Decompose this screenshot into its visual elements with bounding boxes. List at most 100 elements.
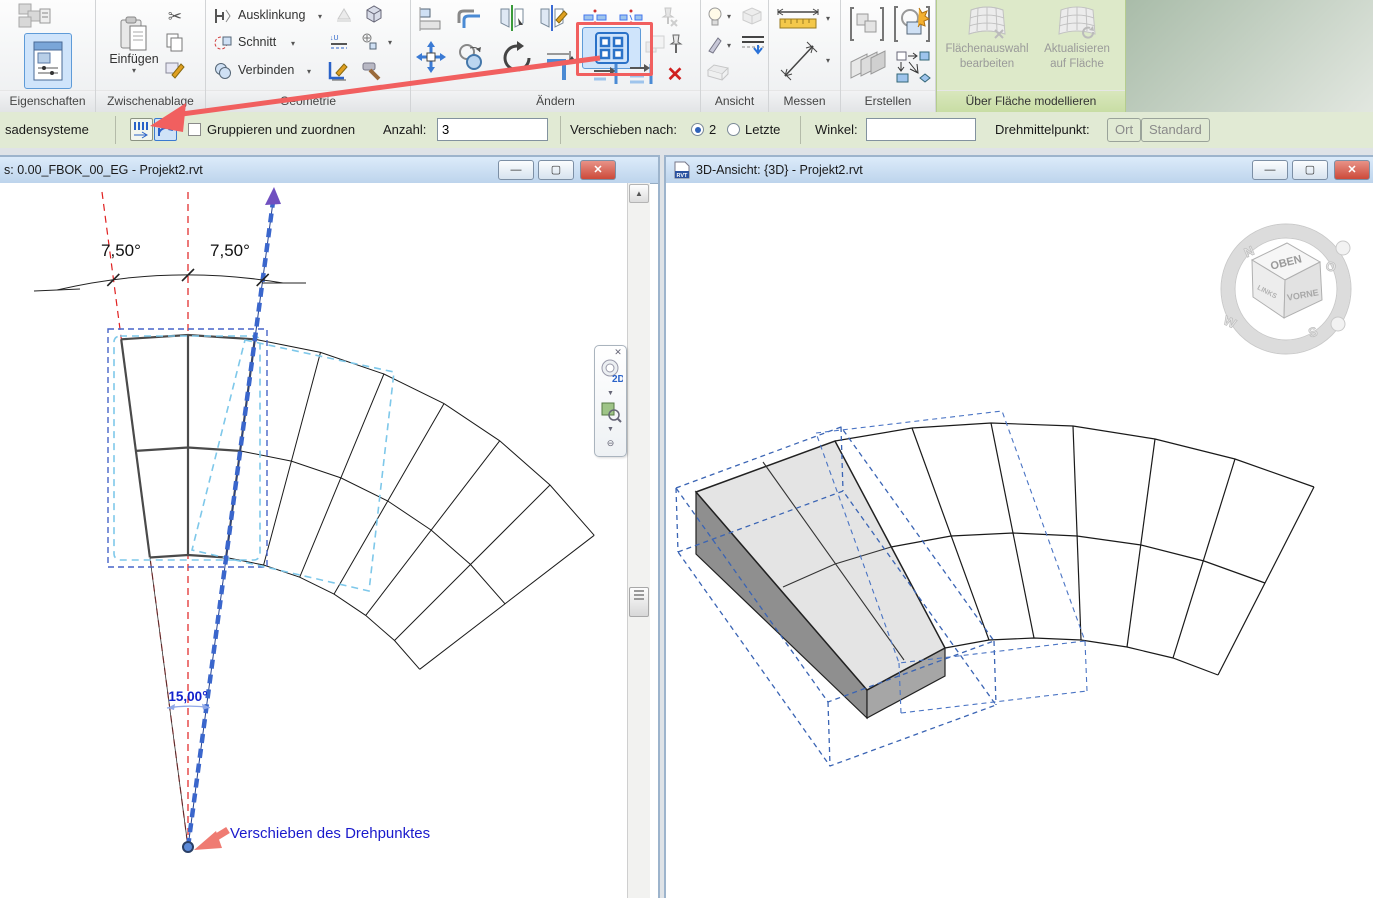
context-label: sadensysteme	[5, 112, 89, 148]
join-icon[interactable]	[212, 60, 234, 82]
verbinden-label[interactable]: Verbinden	[238, 63, 294, 77]
transfer-types-icon[interactable]	[893, 48, 933, 86]
ausklinkung-dropdown-icon[interactable]: ▾	[318, 12, 322, 21]
delete-icon[interactable]: ✕	[661, 62, 689, 86]
winkel-input[interactable]	[866, 118, 976, 141]
linear-array-toggle[interactable]	[130, 118, 153, 141]
standard-button[interactable]: Standard	[1141, 118, 1210, 142]
view3d-minimize-button[interactable]: —	[1252, 160, 1288, 180]
profile-box-icon[interactable]	[705, 60, 731, 84]
cut-icon[interactable]: ✂	[162, 6, 188, 28]
plan-viewport[interactable]: 7,50° 7,50° 15,00° Verschieben des Drehp…	[0, 183, 632, 898]
cope-icon[interactable]	[212, 5, 234, 27]
navbar-close-icon[interactable]: ✕	[612, 347, 624, 358]
radio-2[interactable]	[691, 123, 704, 136]
plan-close-button[interactable]: ✕	[580, 160, 616, 180]
flaechenauswahl-button[interactable]: Flächenauswahl bearbeiten	[943, 4, 1031, 72]
navbar-chevron-down-icon[interactable]: ▼	[595, 390, 626, 397]
drehmittelpunkt-label: Drehmittelpunkt:	[995, 112, 1090, 148]
hide-lines-icon[interactable]	[739, 32, 767, 58]
svg-text:2D: 2D	[612, 374, 623, 384]
join-box-icon[interactable]	[361, 2, 387, 26]
navbar-collapse-icon[interactable]: ⊖	[595, 438, 626, 449]
mirror-draw-axis-icon[interactable]	[537, 3, 569, 33]
anzahl-input[interactable]	[437, 118, 548, 141]
view3d-viewport[interactable]: OBEN VORNE LINKS N O S W	[666, 183, 1373, 898]
steering-wheel-2d-icon[interactable]: 2D	[595, 358, 626, 384]
camera-view-icon[interactable]	[739, 3, 765, 29]
copy-icon[interactable]	[455, 40, 487, 74]
link-geometry-icon[interactable]	[358, 30, 384, 54]
family-types-icon[interactable]	[12, 2, 58, 30]
ort-button[interactable]: Ort	[1107, 118, 1141, 142]
scroll-up-icon[interactable]: ▲	[629, 184, 649, 203]
ribbon: Eigenschaften Einfügen ▾ ✂ Zwischenablag…	[0, 0, 1373, 112]
create-parts-icon[interactable]	[845, 46, 889, 86]
cut-section-icon[interactable]	[212, 32, 234, 54]
trim-corner-icon[interactable]	[543, 48, 579, 84]
paste-dropdown-icon[interactable]: ▾	[132, 66, 136, 75]
match-properties-icon[interactable]	[162, 57, 188, 83]
plan-vscroll-thumb[interactable]	[629, 587, 649, 617]
curtain-fan-wireframe[interactable]	[226, 339, 594, 669]
plan-titlebar[interactable]: s: 0.00_FBOK_00_EG - Projekt2.rvt — ▢ ✕	[0, 157, 658, 184]
aktualisieren-button[interactable]: Aktualisieren auf Fläche	[1033, 4, 1121, 72]
pivot-point-handle[interactable]	[183, 842, 193, 852]
rotate-icon[interactable]	[497, 38, 537, 78]
offset-icon[interactable]	[455, 6, 485, 32]
plan-window: s: 0.00_FBOK_00_EG - Projekt2.rvt — ▢ ✕	[0, 155, 660, 898]
align-icon[interactable]	[417, 6, 445, 32]
cut-geometry-icon[interactable]	[332, 4, 356, 26]
viewcube[interactable]: OBEN VORNE LINKS N O S W	[1221, 224, 1351, 354]
move-icon[interactable]	[415, 40, 447, 74]
verbinden-dropdown-icon[interactable]: ▾	[307, 67, 311, 76]
lightbulb-icon[interactable]	[705, 5, 725, 29]
radial-array-toggle[interactable]	[154, 118, 177, 141]
lightbulb-dropdown-icon[interactable]: ▾	[727, 12, 731, 21]
view3d-titlebar[interactable]: RVT 3D-Ansicht: {3D} - Projekt2.rvt — ▢ …	[666, 157, 1373, 184]
link-dropdown-icon[interactable]: ▾	[388, 38, 392, 47]
rotate-angle-label[interactable]: 15,00°	[168, 689, 207, 704]
paste-button[interactable]: Einfügen ▾	[106, 2, 162, 88]
plan-vscrollbar[interactable]: ▲	[627, 183, 650, 898]
linework-brush-icon[interactable]	[705, 33, 725, 57]
hammer-icon[interactable]	[358, 58, 386, 84]
zoom-region-icon[interactable]	[595, 401, 626, 423]
view3d-drawing: OBEN VORNE LINKS N O S W	[666, 183, 1373, 898]
navbar-chevron-down2-icon[interactable]: ▼	[595, 426, 626, 433]
pin-icon[interactable]	[663, 32, 689, 58]
unpin-icon[interactable]	[654, 4, 682, 30]
dim-left-label[interactable]: 7,50°	[101, 241, 141, 260]
edit-profile-icon[interactable]	[324, 58, 352, 84]
properties-button[interactable]	[24, 33, 72, 89]
measure2-dropdown-icon[interactable]: ▾	[826, 56, 830, 65]
view3d-window: RVT 3D-Ansicht: {3D} - Projekt2.rvt — ▢ …	[664, 155, 1373, 898]
view3d-close-button[interactable]: ✕	[1334, 160, 1370, 180]
schnitt-label[interactable]: Schnitt	[238, 35, 276, 49]
split-with-gap-icon[interactable]	[617, 7, 645, 27]
plan-minimize-button[interactable]: —	[498, 160, 534, 180]
trim-extend-single-icon[interactable]	[591, 62, 621, 86]
measure-dropdown-icon[interactable]: ▾	[826, 14, 830, 23]
schnitt-dropdown-icon[interactable]: ▾	[291, 39, 295, 48]
create-group-icon[interactable]	[847, 4, 887, 44]
group-checkbox[interactable]	[188, 123, 201, 136]
view3d-restore-button[interactable]: ▢	[1292, 160, 1328, 180]
trim-extend-multi-icon[interactable]	[627, 62, 657, 86]
ruler-icon[interactable]	[775, 6, 821, 32]
plan-restore-button[interactable]: ▢	[538, 160, 574, 180]
radio-letzte[interactable]	[727, 123, 740, 136]
split-element-icon[interactable]	[581, 7, 609, 27]
beam-offset-icon[interactable]: ↓U	[326, 31, 352, 55]
selected-solid-3d[interactable]	[696, 441, 945, 718]
create-assembly-icon[interactable]	[891, 2, 933, 46]
measure-between-icon[interactable]	[777, 38, 821, 84]
copy-to-clipboard-icon[interactable]	[162, 31, 188, 53]
ausklinkung-label[interactable]: Ausklinkung	[238, 8, 305, 22]
mirror-pick-axis-icon[interactable]	[497, 3, 527, 33]
dim-right-label[interactable]: 7,50°	[210, 241, 250, 260]
pivot-note-text: Verschieben des Drehpunktes	[230, 825, 430, 842]
separator	[560, 116, 561, 144]
selected-panel[interactable]	[121, 335, 255, 558]
linework-dropdown-icon[interactable]: ▾	[727, 41, 731, 50]
